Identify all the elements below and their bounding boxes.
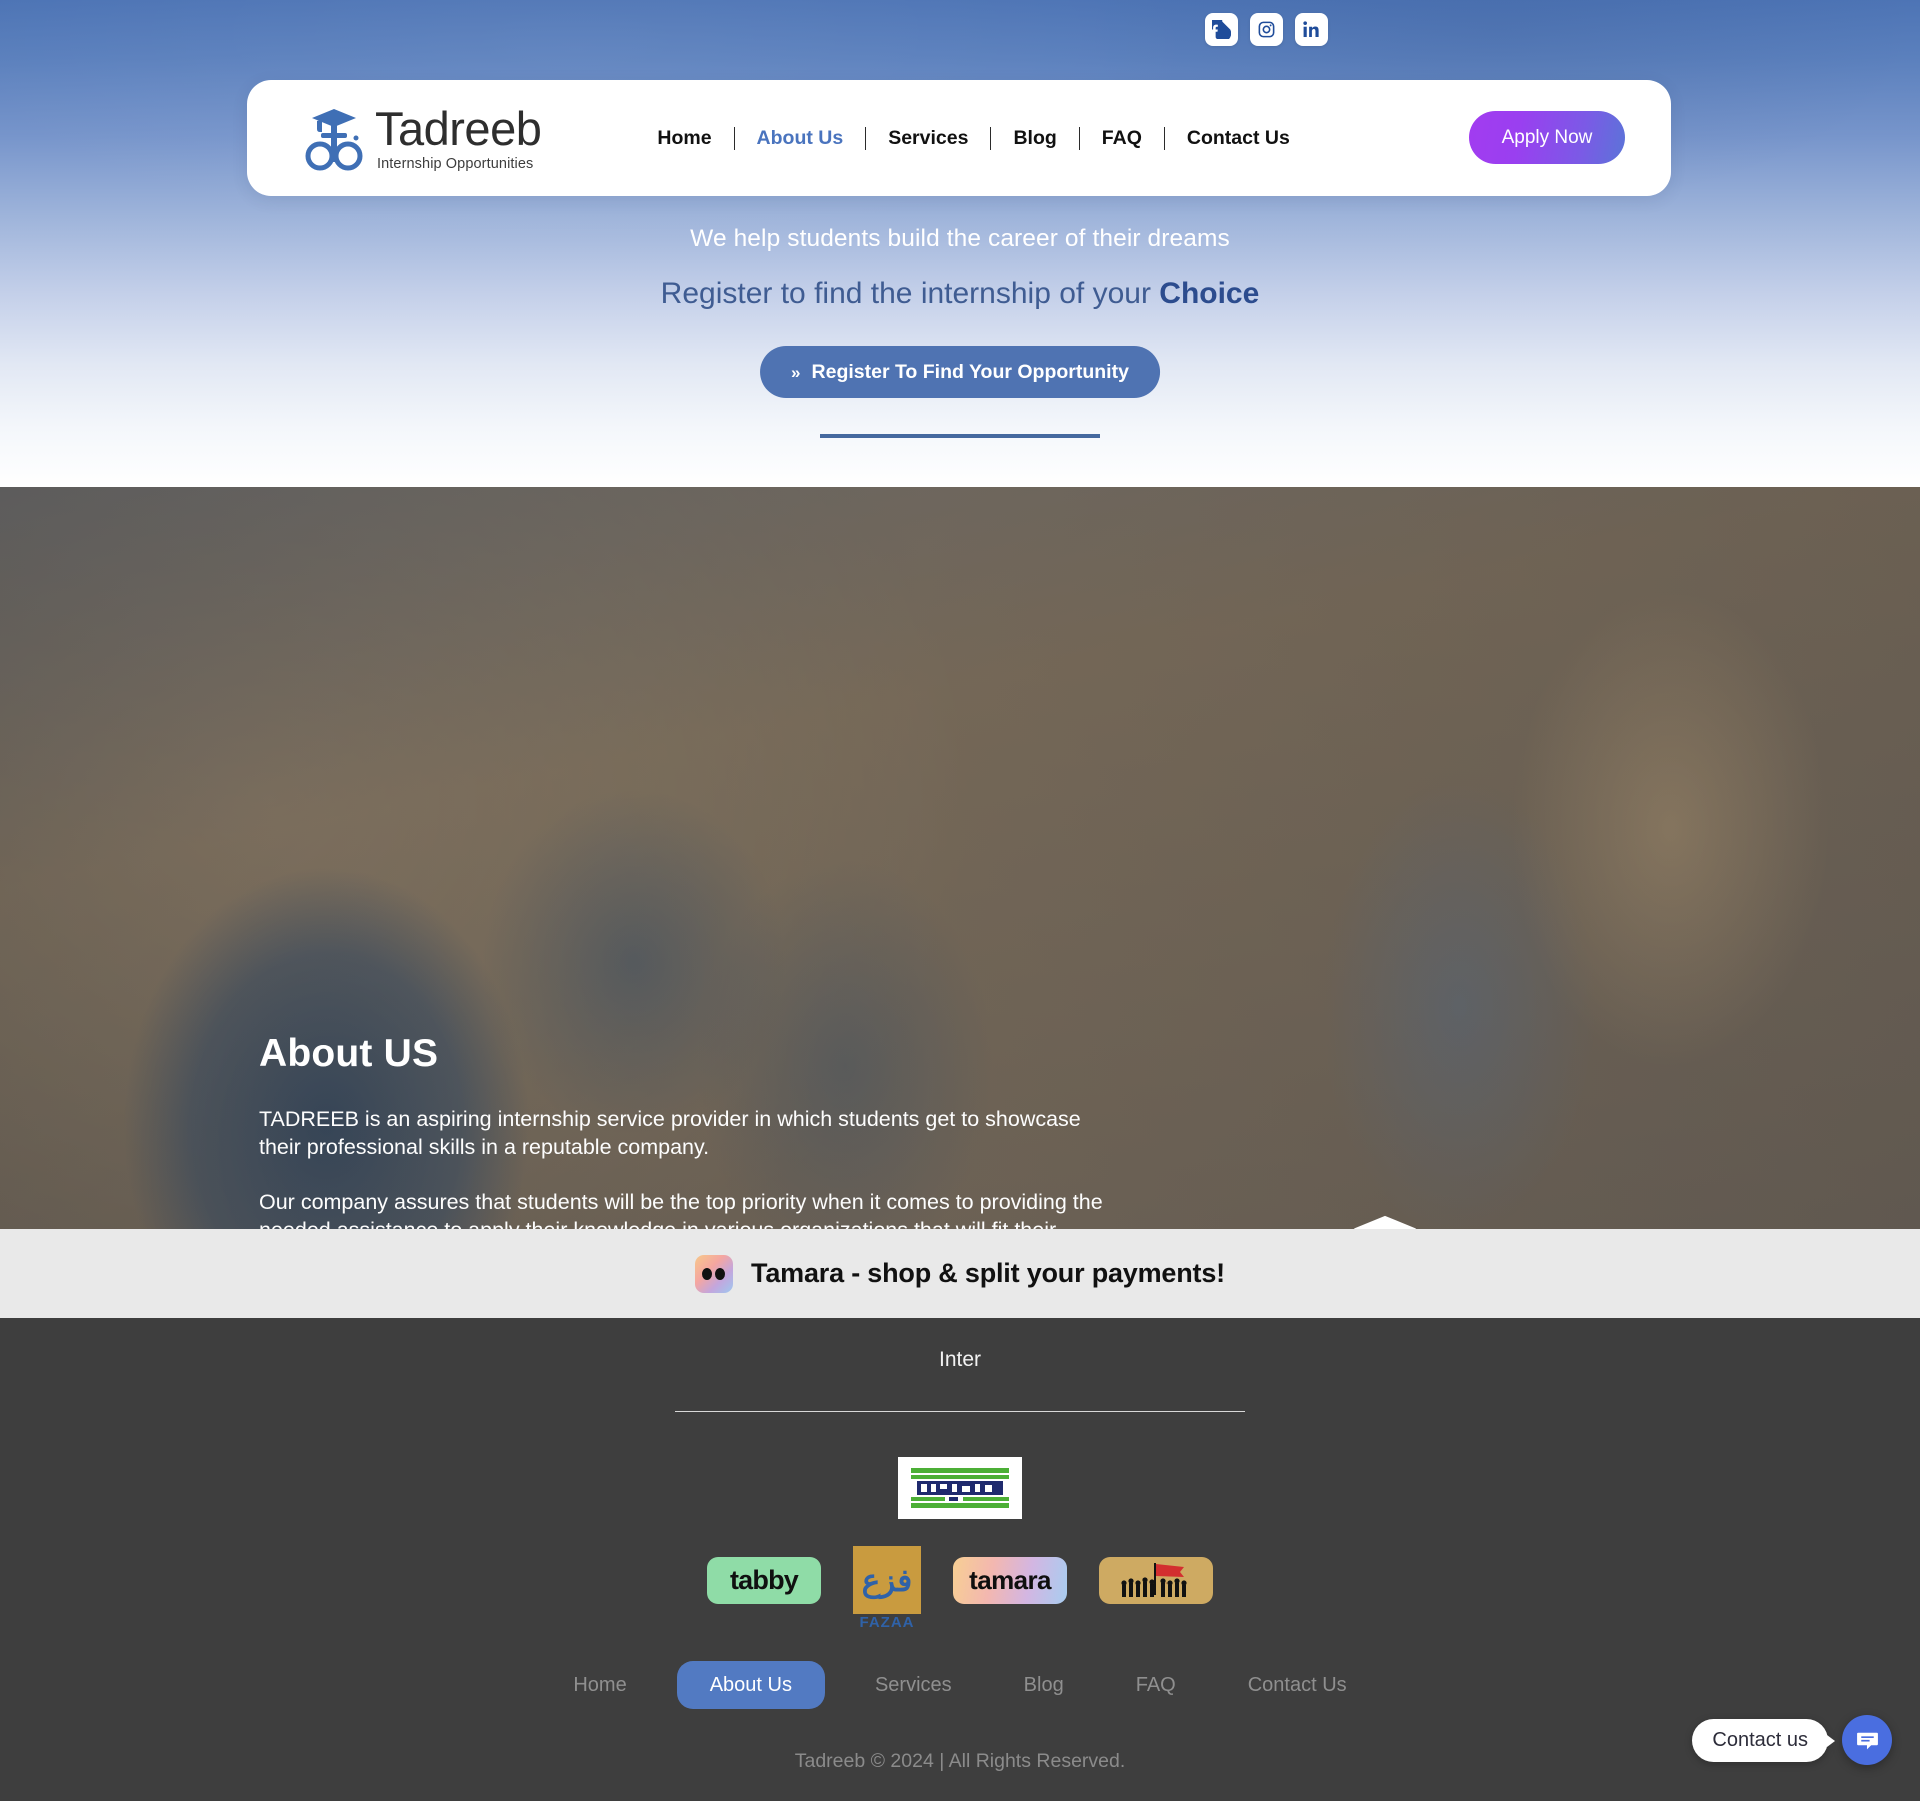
partner-fazaa[interactable]: فزع FAZAA <box>853 1546 921 1631</box>
nav-item-blog[interactable]: Blog <box>991 127 1078 150</box>
about-brand-overlay: Tadreeb Internship Opportunities ACHIEVE… <box>1155 1209 1615 1229</box>
chat-label[interactable]: Contact us <box>1692 1718 1835 1762</box>
about-paragraph-2: Our company assures that students will b… <box>259 1189 1103 1229</box>
partner-tamara[interactable]: tamara <box>953 1556 1067 1604</box>
footer-nav-item-services[interactable]: Services <box>853 1661 974 1709</box>
footer-nav: Home About Us Services Blog FAQ Contact … <box>0 1661 1920 1709</box>
partner-tabby[interactable]: tabby <box>707 1556 821 1604</box>
chat-widget: Contact us <box>1692 1715 1892 1765</box>
about-content: About US TADREEB is an aspiring internsh… <box>259 1032 1104 1229</box>
main-navbar: Tadreeb Internship Opportunities Home Ab… <box>247 80 1671 196</box>
nav-item-home[interactable]: Home <box>635 127 733 150</box>
about-section: About US TADREEB is an aspiring internsh… <box>0 487 1920 1229</box>
facebook-icon[interactable] <box>1205 13 1238 46</box>
linkedin-icon[interactable] <box>1295 13 1328 46</box>
tadreeb-logo-mark <box>305 109 363 171</box>
about-paragraph-1: TADREEB is an aspiring internship servic… <box>259 1107 1081 1160</box>
hero-headline-accent: Choice <box>1159 277 1260 310</box>
tamara-banner-text: Tamara - shop & split your payments! <box>751 1258 1225 1288</box>
chat-button[interactable] <box>1842 1715 1892 1765</box>
hero-headline-prefix: Register to find the internship of your <box>660 277 1160 310</box>
partner-esaad[interactable]: ····· <box>1099 1556 1213 1604</box>
tadreeb-logo-mark-white <box>1353 1215 1417 1229</box>
chat-bubble-icon <box>1856 1732 1878 1749</box>
footer-nav-item-about-us[interactable]: About Us <box>676 1661 825 1709</box>
footer-nav-item-faq[interactable]: FAQ <box>1114 1661 1198 1709</box>
fazaa-wordmark: FAZAA <box>859 1614 915 1631</box>
about-title: About US <box>259 1032 439 1075</box>
site-footer: Inter tabby فزع FAZAA tamara Home About … <box>0 1318 1920 1801</box>
instagram-icon[interactable] <box>1250 13 1283 46</box>
tamara-promo-banner[interactable]: Tamara - shop & split your payments! <box>0 1229 1920 1318</box>
footer-nav-item-contact-us[interactable]: Contact Us <box>1226 1661 1369 1709</box>
fazaa-arabic-glyph: فزع <box>861 1562 913 1598</box>
hero-headline: Register to find the internship of your … <box>0 277 1920 311</box>
nav-item-faq[interactable]: FAQ <box>1080 127 1164 150</box>
nav-item-services[interactable]: Services <box>866 127 990 150</box>
hero-section: Tadreeb Internship Opportunities Home Ab… <box>0 0 1920 487</box>
register-opportunity-button[interactable]: » Register To Find Your Opportunity <box>760 346 1160 398</box>
brand-tagline: Internship Opportunities <box>377 155 534 172</box>
maroof-verified-badge[interactable] <box>898 1457 1022 1519</box>
maroof-logo-icon <box>911 1468 1009 1508</box>
nav-item-about-us[interactable]: About Us <box>735 127 866 150</box>
nav-links: Home About Us Services Blog FAQ Contact … <box>635 126 1312 150</box>
brand-name: Tadreeb <box>375 101 542 155</box>
payment-partners: tabby فزع FAZAA tamara ····· <box>0 1546 1920 1631</box>
tamara-icon <box>695 1254 734 1293</box>
register-button-label: Register To Find Your Opportunity <box>811 360 1129 383</box>
hero-tagline: We help students build the career of the… <box>690 225 1230 252</box>
esaad-emblem-icon: ····· <box>1121 1563 1187 1597</box>
footer-inter-text: Inter <box>938 1348 982 1371</box>
apply-now-button[interactable]: Apply Now <box>1469 111 1625 164</box>
social-links <box>1205 13 1328 46</box>
footer-nav-item-blog[interactable]: Blog <box>1002 1661 1086 1709</box>
double-chevron-right-icon: » <box>791 362 801 382</box>
nav-item-contact-us[interactable]: Contact Us <box>1165 127 1312 150</box>
hero-divider <box>820 434 1100 438</box>
brand-logo[interactable]: Tadreeb Internship Opportunities <box>303 101 542 172</box>
footer-nav-item-home[interactable]: Home <box>551 1661 648 1709</box>
footer-divider <box>675 1411 1245 1412</box>
